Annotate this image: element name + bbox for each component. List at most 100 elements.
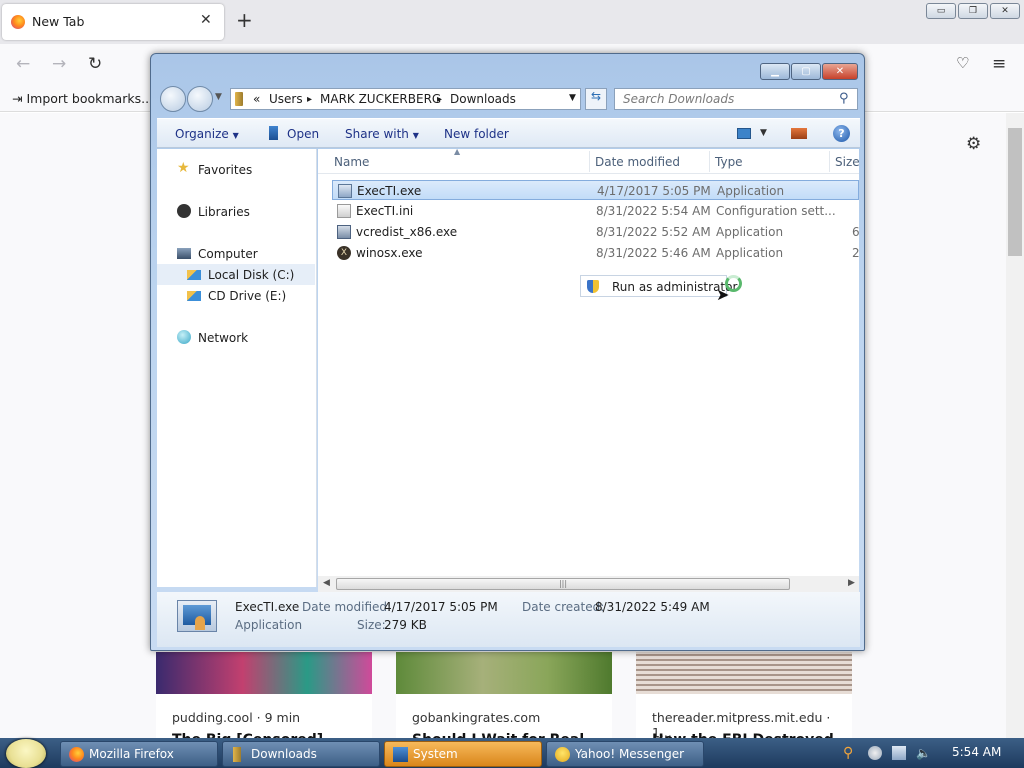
search-icon[interactable]: ⚲ bbox=[839, 91, 849, 106]
organize-button[interactable]: Organize ▼ bbox=[175, 127, 239, 141]
taskbar-item-yahoo-messenger[interactable]: Yahoo! Messenger bbox=[546, 741, 704, 767]
explorer-close-button[interactable]: ✕ bbox=[822, 63, 858, 80]
column-divider[interactable] bbox=[709, 151, 710, 172]
network-tray-icon[interactable] bbox=[892, 746, 906, 760]
story-source: gobankingrates.com bbox=[412, 710, 541, 725]
scroll-right-icon[interactable]: ▶ bbox=[848, 578, 855, 588]
column-divider[interactable] bbox=[589, 151, 590, 172]
scroll-left-icon[interactable]: ◀ bbox=[323, 578, 330, 588]
forward-arrow-icon[interactable]: → bbox=[52, 54, 66, 74]
application-icon bbox=[338, 184, 352, 198]
breadcrumb-separator[interactable]: ▸ bbox=[307, 94, 312, 105]
import-bookmarks-label: Import bookmarks... bbox=[26, 91, 154, 106]
taskbar-item-label: Downloads bbox=[251, 747, 317, 761]
help-icon[interactable]: ? bbox=[833, 125, 850, 142]
taskbar-item-label: Mozilla Firefox bbox=[89, 747, 174, 761]
share-with-button[interactable]: Share with ▼ bbox=[345, 127, 419, 141]
story-card[interactable]: pudding.cool · 9 min The Big [Censored] bbox=[156, 652, 372, 740]
tray-app-icon[interactable] bbox=[868, 746, 882, 760]
magnifier-icon[interactable]: ⚲ bbox=[843, 745, 853, 761]
breadcrumb-user-folder[interactable]: MARK ZUCKERBERG bbox=[320, 92, 441, 106]
preview-pane-icon[interactable] bbox=[791, 128, 807, 139]
nav-item-favorites[interactable]: ★ Favorites bbox=[157, 159, 315, 180]
library-icon bbox=[177, 204, 191, 218]
history-dropdown-icon[interactable]: ▼ bbox=[215, 92, 222, 102]
reload-icon[interactable]: ↻ bbox=[88, 54, 102, 74]
column-divider[interactable] bbox=[829, 151, 830, 172]
window-close-button[interactable]: ✕ bbox=[990, 3, 1020, 19]
nav-item-cd-drive[interactable]: CD Drive (E:) bbox=[157, 285, 315, 306]
menu-icon[interactable]: ≡ bbox=[992, 54, 1006, 74]
breadcrumb-separator[interactable]: ▸ bbox=[437, 94, 442, 105]
clock[interactable]: 5:54 AM bbox=[952, 745, 1001, 759]
nav-item-computer[interactable]: Computer bbox=[157, 243, 315, 264]
pocket-icon[interactable]: ♡ bbox=[956, 54, 969, 72]
open-icon bbox=[269, 126, 278, 140]
gear-icon[interactable]: ⚙ bbox=[966, 134, 981, 154]
import-bookmarks-link[interactable]: ⇥ Import bookmarks... bbox=[12, 91, 153, 106]
file-date-modified: 4/17/2017 5:05 PM bbox=[597, 184, 711, 198]
new-tab-button[interactable]: + bbox=[236, 8, 253, 32]
sort-ascending-icon: ▲ bbox=[454, 149, 461, 156]
file-list: ▲ Name Date modified Type Size ExecTI.ex… bbox=[318, 149, 859, 587]
file-name: vcredist_x86.exe bbox=[356, 225, 458, 239]
network-icon bbox=[177, 330, 191, 344]
file-row-execti-exe[interactable]: ExecTI.exe 4/17/2017 5:05 PM Application bbox=[332, 180, 859, 200]
nav-item-network[interactable]: Network bbox=[157, 327, 315, 348]
forward-button[interactable] bbox=[187, 86, 213, 112]
file-name: ExecTI.exe bbox=[357, 184, 422, 198]
run-as-administrator-popup[interactable]: Run as administrator bbox=[580, 275, 737, 297]
nav-item-libraries[interactable]: Libraries bbox=[157, 201, 315, 222]
taskbar-item-downloads[interactable]: Downloads bbox=[222, 741, 380, 767]
address-dropdown-icon[interactable]: ▼ bbox=[569, 93, 576, 103]
refresh-button[interactable]: ⇆ bbox=[585, 88, 607, 110]
folder-icon bbox=[233, 747, 241, 762]
address-bar[interactable]: « Users ▸ MARK ZUCKERBERG ▸ Downloads ▼ bbox=[230, 88, 581, 110]
breadcrumb-downloads[interactable]: Downloads bbox=[450, 92, 516, 106]
nav-item-label: Computer bbox=[198, 247, 258, 261]
open-button[interactable]: Open bbox=[287, 127, 319, 141]
organize-label: Organize bbox=[175, 127, 229, 141]
volume-icon[interactable]: 🔈 bbox=[916, 746, 931, 760]
horizontal-scrollbar[interactable]: ◀ ||| ▶ bbox=[318, 576, 859, 592]
file-date-modified: 8/31/2022 5:46 AM bbox=[596, 246, 711, 260]
taskbar-item-firefox[interactable]: Mozilla Firefox bbox=[60, 741, 218, 767]
start-button[interactable] bbox=[6, 739, 46, 768]
explorer-maximize-button[interactable]: ▢ bbox=[791, 63, 821, 80]
file-type: Application bbox=[716, 246, 784, 260]
story-card[interactable]: gobankingrates.com Should I Wait for Rea… bbox=[396, 652, 612, 740]
system-icon bbox=[393, 747, 408, 762]
window-minimize-button[interactable]: ▭ bbox=[926, 3, 956, 19]
drive-icon bbox=[187, 270, 201, 280]
column-header-type[interactable]: Type bbox=[715, 155, 743, 169]
explorer-minimize-button[interactable]: ▁ bbox=[760, 63, 790, 80]
firefox-icon bbox=[69, 747, 84, 762]
change-view-icon[interactable] bbox=[737, 128, 751, 139]
view-dropdown-icon[interactable]: ▼ bbox=[760, 128, 767, 138]
column-header-name[interactable]: Name bbox=[334, 155, 369, 169]
nav-item-local-disk[interactable]: Local Disk (C:) bbox=[157, 264, 315, 285]
new-folder-button[interactable]: New folder bbox=[444, 127, 509, 141]
breadcrumb-users[interactable]: Users bbox=[269, 92, 303, 106]
mouse-pointer-icon: ➤ bbox=[716, 285, 730, 304]
back-button[interactable] bbox=[160, 86, 186, 112]
back-arrow-icon[interactable]: ← bbox=[16, 54, 30, 74]
tab-close-icon[interactable]: ✕ bbox=[200, 12, 212, 28]
file-row-vcredist[interactable]: vcredist_x86.exe 8/31/2022 5:52 AM Appli… bbox=[332, 222, 859, 242]
file-row-winosx[interactable]: X winosx.exe 8/31/2022 5:46 AM Applicati… bbox=[332, 243, 859, 263]
share-with-label: Share with bbox=[345, 127, 409, 141]
search-input[interactable]: Search Downloads ⚲ bbox=[614, 88, 858, 110]
window-maximize-button[interactable]: ❐ bbox=[958, 3, 988, 19]
taskbar-item-system[interactable]: System bbox=[384, 741, 542, 767]
browser-tab-new-tab[interactable]: New Tab ✕ bbox=[2, 4, 224, 40]
page-scrollbar-thumb[interactable] bbox=[1008, 128, 1022, 256]
story-card[interactable]: thereader.mitpress.mit.edu · 1... How th… bbox=[636, 652, 852, 740]
breadcrumb-overflow[interactable]: « bbox=[253, 92, 260, 106]
column-header-date-modified[interactable]: Date modified bbox=[595, 155, 680, 169]
horizontal-scrollbar-thumb[interactable]: ||| bbox=[336, 578, 790, 590]
file-row-execti-ini[interactable]: ExecTI.ini 8/31/2022 5:54 AM Configurati… bbox=[332, 201, 859, 221]
search-placeholder: Search Downloads bbox=[623, 92, 735, 106]
file-size: 6 bbox=[852, 225, 859, 239]
file-size: 29 bbox=[852, 246, 859, 260]
column-header-size[interactable]: Size bbox=[835, 155, 859, 169]
